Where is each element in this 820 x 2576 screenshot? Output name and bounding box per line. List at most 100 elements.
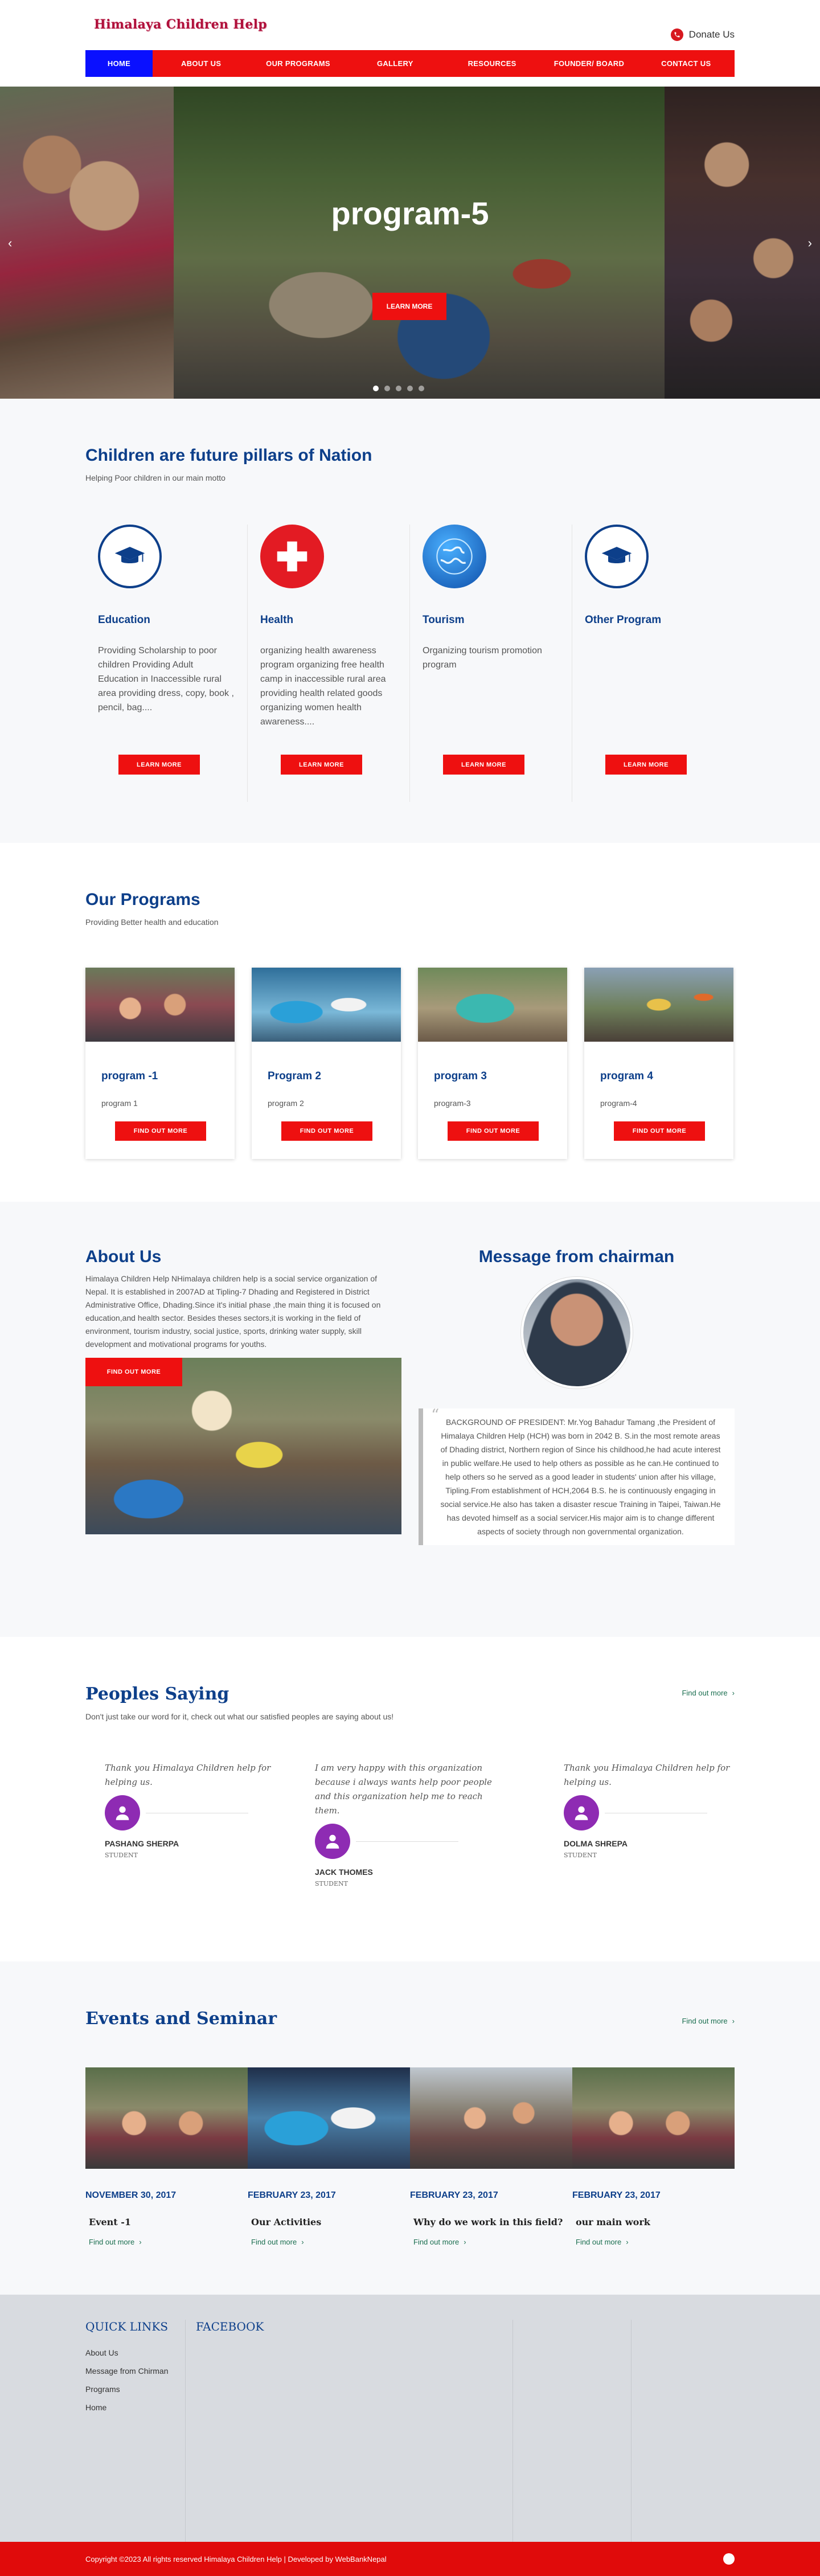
slider-dots (373, 386, 424, 391)
globe-icon (423, 525, 486, 588)
learn-more-button[interactable]: LEARN MORE (118, 755, 200, 775)
event-image (85, 2067, 248, 2169)
facebook-icon[interactable]: f (723, 2553, 735, 2565)
program-image (85, 968, 235, 1042)
graduation-cap-icon (98, 525, 162, 588)
learn-more-button[interactable]: LEARN MORE (605, 755, 687, 775)
about-find-out-more-button[interactable]: FIND OUT MORE (85, 1358, 182, 1386)
quote-icon: “ (431, 1406, 440, 1424)
event-find-more-link[interactable]: Find out more › (89, 2238, 248, 2246)
find-out-more-button[interactable]: FIND OUT MORE (281, 1121, 372, 1141)
program-title: program 4 (600, 1070, 653, 1082)
facebook-widget: FACEBOOK (196, 2320, 264, 2333)
pillars-subtitle: Helping Poor children in our main motto (85, 473, 226, 482)
event-date: FEBRUARY 23, 2017 (410, 2190, 498, 2200)
nav-about-us[interactable]: ABOUT US (153, 50, 249, 77)
program-text: program 2 (268, 1099, 304, 1108)
event-image (410, 2067, 572, 2169)
testimonial: Thank you Himalaya Children help for hel… (85, 1761, 276, 1887)
nav-home[interactable]: HOME (85, 50, 153, 77)
event-title: Our Activities (251, 2217, 322, 2227)
slider-prev-arrow-icon[interactable]: ‹ (8, 236, 12, 251)
pillar-text: organizing health awareness program orga… (260, 646, 386, 727)
slider-dot-5[interactable] (419, 386, 424, 391)
events-find-more-link[interactable]: Find out more › (682, 2009, 735, 2029)
learn-more-button[interactable]: LEARN MORE (443, 755, 524, 775)
donate-link[interactable]: Donate Us (670, 28, 735, 41)
pillar-card-other-program: Other Program LEARN MORE (572, 525, 735, 802)
footer-link-programs[interactable]: Programs (85, 2385, 169, 2394)
program-title: Program 2 (268, 1070, 321, 1082)
footer-link-about-us[interactable]: About Us (85, 2348, 169, 2357)
program-image (252, 968, 401, 1042)
user-avatar-icon (564, 1795, 599, 1830)
program-card[interactable]: program 3 program-3 FIND OUT MORE (418, 968, 567, 1159)
program-text: program-4 (600, 1099, 637, 1108)
find-out-more-button[interactable]: FIND OUT MORE (448, 1121, 539, 1141)
event-date: FEBRUARY 23, 2017 (248, 2190, 336, 2200)
pillar-title: Health (260, 614, 294, 626)
footer-divider (631, 2320, 632, 2542)
event-find-more-link[interactable]: Find out more › (251, 2238, 410, 2246)
program-image (418, 968, 567, 1042)
pillar-title: Education (98, 614, 150, 626)
slider-dot-2[interactable] (384, 386, 390, 391)
pillar-title: Tourism (423, 614, 465, 626)
find-out-more-button[interactable]: FIND OUT MORE (115, 1121, 206, 1141)
brand-logo[interactable]: Himalaya Children Help (94, 17, 267, 32)
find-out-more-button[interactable]: FIND OUT MORE (614, 1121, 705, 1141)
event-card[interactable]: NOVEMBER 30, 2017 Event -1 Find out more… (85, 2067, 248, 2246)
top-header: Himalaya Children Help Donate Us (0, 0, 820, 50)
event-card[interactable]: FEBRUARY 23, 2017 Our Activities Find ou… (248, 2067, 410, 2246)
event-image (248, 2067, 410, 2169)
program-text: program 1 (101, 1099, 138, 1108)
slider-next-arrow-icon[interactable]: › (808, 236, 812, 251)
learn-more-button[interactable]: LEARN MORE (281, 755, 362, 775)
chairman-photo (520, 1277, 633, 1389)
chevron-right-icon: › (464, 2238, 466, 2246)
slider-dot-3[interactable] (396, 386, 401, 391)
nav-contact-us[interactable]: CONTACT US (638, 50, 735, 77)
nav-our-programs[interactable]: OUR PROGRAMS (249, 50, 346, 77)
testimonials-find-more-link[interactable]: Find out more › (682, 1684, 735, 1697)
nav-gallery[interactable]: GALLERY (347, 50, 444, 77)
programs-title: Our Programs (85, 890, 200, 909)
slider-dot-1[interactable] (373, 386, 379, 391)
medical-cross-icon (260, 525, 324, 588)
chairman-quote: “ BACKGROUND OF PRESIDENT: Mr.Yog Bahadu… (419, 1406, 735, 1545)
main-nav: HOME ABOUT US OUR PROGRAMS GALLERY RESOU… (85, 50, 735, 77)
user-avatar-icon (315, 1824, 350, 1859)
event-title: Event -1 (89, 2217, 132, 2227)
testimonial: I am very happy with this organization b… (315, 1761, 505, 1887)
event-find-more-link[interactable]: Find out more › (413, 2238, 572, 2246)
testimonial-quote: I am very happy with this organization b… (315, 1763, 492, 1816)
donate-label: Donate Us (688, 29, 735, 40)
footer: QUICK LINKS About Us Message from Chirma… (0, 2295, 820, 2542)
chairman-quote-text: BACKGROUND OF PRESIDENT: Mr.Yog Bahadur … (440, 1418, 721, 1536)
nav-founder-board[interactable]: FOUNDER/ BOARD (540, 50, 637, 77)
hero-title: program-5 (331, 195, 489, 231)
testimonial-name: JACK THOMES (315, 1868, 373, 1877)
pillar-card-tourism: Tourism Organizing tourism promotion pro… (410, 525, 572, 802)
footer-divider (185, 2320, 186, 2542)
chevron-right-icon: › (626, 2238, 629, 2246)
footer-link-home[interactable]: Home (85, 2403, 169, 2412)
event-find-more-link[interactable]: Find out more › (576, 2238, 735, 2246)
event-date: FEBRUARY 23, 2017 (572, 2190, 661, 2200)
slider-dot-4[interactable] (407, 386, 413, 391)
testimonial-name: PASHANG SHERPA (105, 1839, 179, 1848)
testimonial-quote: Thank you Himalaya Children help for hel… (564, 1763, 730, 1787)
program-card[interactable]: program 4 program-4 FIND OUT MORE (584, 968, 733, 1159)
user-avatar-icon (105, 1795, 140, 1830)
facebook-title: FACEBOOK (196, 2320, 264, 2333)
chairman-title: Message from chairman (478, 1247, 675, 1266)
footer-link-message-chairman[interactable]: Message from Chirman (85, 2366, 169, 2376)
program-card[interactable]: program -1 program 1 FIND OUT MORE (85, 968, 235, 1159)
program-card[interactable]: Program 2 program 2 FIND OUT MORE (252, 968, 401, 1159)
chevron-right-icon: › (732, 2017, 735, 2025)
hero-learn-more-button[interactable]: LEARN MORE (372, 293, 446, 320)
graduation-cap-icon (585, 525, 649, 588)
event-card[interactable]: FEBRUARY 23, 2017 our main work Find out… (572, 2067, 735, 2246)
nav-resources[interactable]: RESOURCES (444, 50, 540, 77)
event-card[interactable]: FEBRUARY 23, 2017 Why do we work in this… (410, 2067, 572, 2246)
